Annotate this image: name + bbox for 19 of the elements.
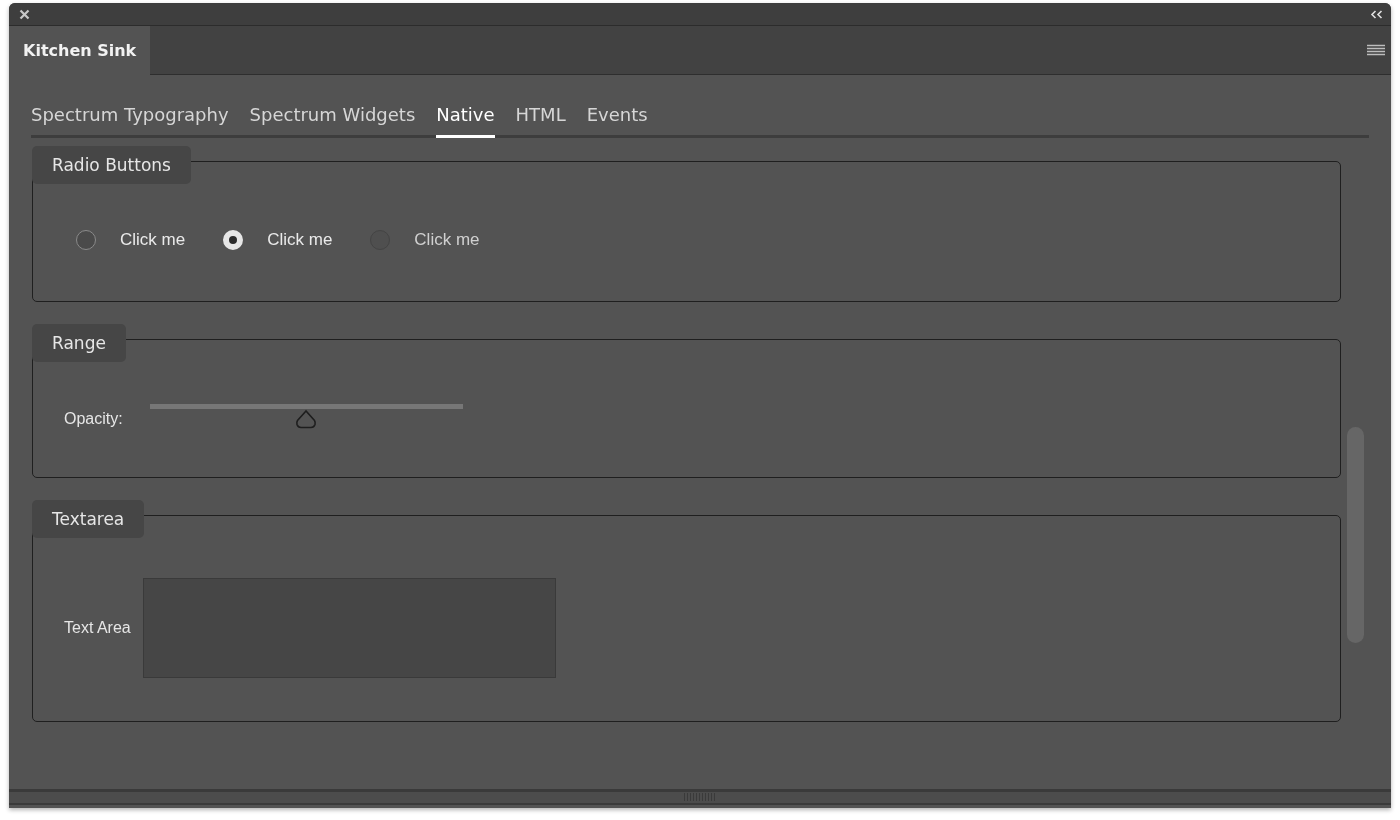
radio-button[interactable] xyxy=(76,230,96,250)
radio-label: Click me xyxy=(414,230,480,250)
menu-icon[interactable] xyxy=(1367,43,1385,57)
panel-tab[interactable]: Kitchen Sink xyxy=(9,26,151,75)
collapse-icon[interactable] xyxy=(1370,9,1383,19)
tab[interactable]: Native xyxy=(436,104,495,138)
slider-thumb[interactable] xyxy=(295,409,318,429)
field-label: Text Area xyxy=(64,619,131,637)
radio-label: Click me xyxy=(120,230,186,250)
tab[interactable]: Spectrum Typography xyxy=(31,104,229,138)
radio-label: Click me xyxy=(267,230,333,250)
tab[interactable]: Events xyxy=(586,104,648,138)
tab[interactable]: Spectrum Widgets xyxy=(249,104,416,138)
close-icon[interactable] xyxy=(19,8,30,20)
section-legend: Range xyxy=(32,324,126,362)
field-label: Opacity: xyxy=(64,410,123,428)
section-legend: Radio Buttons xyxy=(32,146,191,184)
section-legend: Textarea xyxy=(32,500,145,538)
tab[interactable]: HTML xyxy=(515,104,566,138)
